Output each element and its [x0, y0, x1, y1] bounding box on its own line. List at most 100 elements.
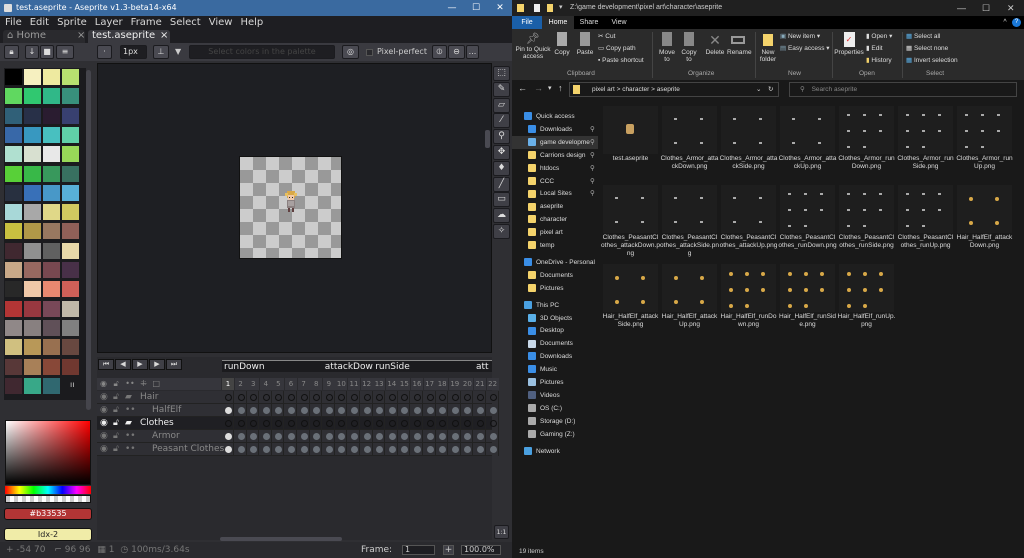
ribbon-tab-share[interactable]: Share [574, 16, 604, 29]
empty-cel[interactable] [487, 417, 499, 430]
cel[interactable] [461, 404, 474, 417]
palette-swatch[interactable] [61, 280, 80, 299]
select-all-button[interactable]: ▦ Select all [906, 33, 940, 40]
refresh-icon[interactable]: ↻ [768, 83, 773, 96]
pin-icon[interactable]: ⚲ [590, 175, 595, 188]
palette-swatch[interactable] [61, 125, 80, 144]
palette-swatch[interactable] [61, 241, 80, 260]
cel[interactable] [235, 430, 247, 443]
properties-icon[interactable] [534, 4, 540, 12]
zoom-1-1-button[interactable]: 1:1 [494, 525, 509, 539]
nav-item-onedrive-personal[interactable]: OneDrive - Personal [512, 256, 598, 269]
dropdown-arrow-icon[interactable]: ▼ [175, 47, 181, 56]
cel[interactable] [260, 404, 272, 417]
cel[interactable] [424, 443, 436, 456]
cel[interactable] [373, 443, 386, 456]
cel[interactable] [386, 404, 398, 417]
cel[interactable] [348, 443, 360, 456]
lock-icon[interactable]: 🔓︎ [113, 430, 119, 443]
frame-number[interactable]: 18 [436, 378, 449, 390]
edit-button[interactable]: ▮ Edit [866, 45, 883, 52]
palette-swatch[interactable] [61, 183, 80, 202]
palette-swatch[interactable] [23, 357, 42, 376]
cel[interactable] [386, 443, 398, 456]
palette-swatch[interactable] [4, 299, 23, 318]
palette-swatch[interactable] [42, 145, 61, 164]
empty-cel[interactable] [235, 417, 247, 430]
palette-swatch[interactable] [23, 145, 42, 164]
file-item[interactable]: Clothes_PeasantClothes_attackDown.png [601, 179, 660, 257]
eyedropper-tool-icon[interactable]: ⁄ [493, 113, 510, 129]
lock-icon[interactable]: 🔓︎ [114, 379, 119, 388]
layer-row[interactable]: ◉ 🔓︎ •• HalfElf [97, 404, 499, 417]
lock-icon[interactable]: 🔓︎ [113, 391, 119, 404]
palette-swatch[interactable] [23, 125, 42, 144]
palette-swatch[interactable] [4, 164, 23, 183]
move-to-button[interactable]: Move to [657, 32, 677, 63]
cel[interactable] [272, 443, 285, 456]
palette-swatch[interactable] [42, 376, 61, 395]
paste-shortcut-button[interactable]: ▪ Paste shortcut [598, 57, 644, 64]
cel[interactable] [449, 430, 461, 443]
palette-swatch[interactable] [23, 183, 42, 202]
palette-swatch[interactable] [23, 280, 42, 299]
pin-icon[interactable]: ⚲ [590, 162, 595, 175]
cel[interactable] [285, 430, 297, 443]
cel[interactable] [285, 443, 297, 456]
empty-cel[interactable] [222, 417, 234, 430]
file-item[interactable]: Clothes_PeasantClothes_runSide.png [837, 179, 894, 257]
cel[interactable] [398, 430, 411, 443]
palette-swatch[interactable] [42, 299, 61, 318]
play-button[interactable]: ▶ [132, 359, 148, 370]
pin-icon[interactable]: ⚲ [590, 187, 595, 200]
nav-item-music[interactable]: Music [512, 363, 598, 376]
cel[interactable] [335, 404, 348, 417]
layer-name[interactable]: Clothes [140, 417, 174, 430]
palette-swatch[interactable] [23, 318, 42, 337]
nav-item-temp[interactable]: temp [512, 239, 598, 252]
next-frame-button[interactable]: ▶ [149, 359, 165, 370]
cel[interactable] [461, 430, 474, 443]
empty-cel[interactable] [436, 417, 449, 430]
cel[interactable] [398, 404, 411, 417]
recent-locations-button[interactable]: ▾ [548, 84, 552, 92]
frame-input[interactable]: 1 [402, 545, 435, 555]
alpha-slider[interactable] [5, 495, 91, 503]
menu-file[interactable]: File [5, 17, 22, 28]
palette-swatch[interactable] [61, 145, 80, 164]
frame-number[interactable]: 20 [461, 378, 474, 390]
cel[interactable] [247, 443, 260, 456]
pin-icon[interactable]: ⚲ [590, 149, 595, 162]
pixel-perfect-checkbox[interactable] [366, 49, 373, 56]
properties-button[interactable]: ✓ Properties [834, 32, 864, 56]
forward-button[interactable]: → [534, 83, 543, 93]
palette-swatch[interactable] [4, 106, 23, 125]
palette-swatch[interactable] [61, 87, 80, 106]
color-filter-field[interactable]: Select colors in the palette [189, 45, 335, 59]
empty-cel[interactable] [398, 417, 411, 430]
lasso-tool-icon[interactable]: ☁ [493, 208, 510, 224]
eye-icon[interactable]: ◉ [100, 430, 108, 443]
nav-item-network[interactable]: Network [512, 445, 598, 458]
file-item[interactable]: Hair_HalfElf_attackSide.png [601, 258, 658, 336]
empty-cel[interactable] [436, 391, 449, 404]
empty-cel[interactable] [272, 417, 285, 430]
empty-cel[interactable] [298, 417, 310, 430]
palette-swatch[interactable] [42, 183, 61, 202]
tab-home[interactable]: ⌂ Home × [3, 30, 85, 43]
cel[interactable] [298, 430, 310, 443]
palette-swatch[interactable] [42, 125, 61, 144]
help-icon[interactable]: ? [1012, 18, 1021, 27]
cel[interactable] [449, 404, 461, 417]
paint-bucket-tool-icon[interactable]: ♦ [493, 160, 510, 176]
palette-swatch[interactable] [42, 68, 61, 86]
address-bar[interactable]: pixel art > character > aseprite ⌄ ↻ [569, 82, 779, 97]
empty-cel[interactable] [285, 391, 297, 404]
file-item[interactable]: Clothes_Armor_attackDown.png [660, 100, 718, 178]
palette-swatch[interactable] [4, 68, 23, 86]
ribbon-tab-file[interactable]: File [512, 16, 542, 29]
empty-cel[interactable] [235, 391, 247, 404]
layer-row[interactable]: ◉ 🔓︎ •• Armor [97, 430, 499, 443]
palette-swatch[interactable] [23, 261, 42, 279]
palette-swatch[interactable] [4, 145, 23, 164]
